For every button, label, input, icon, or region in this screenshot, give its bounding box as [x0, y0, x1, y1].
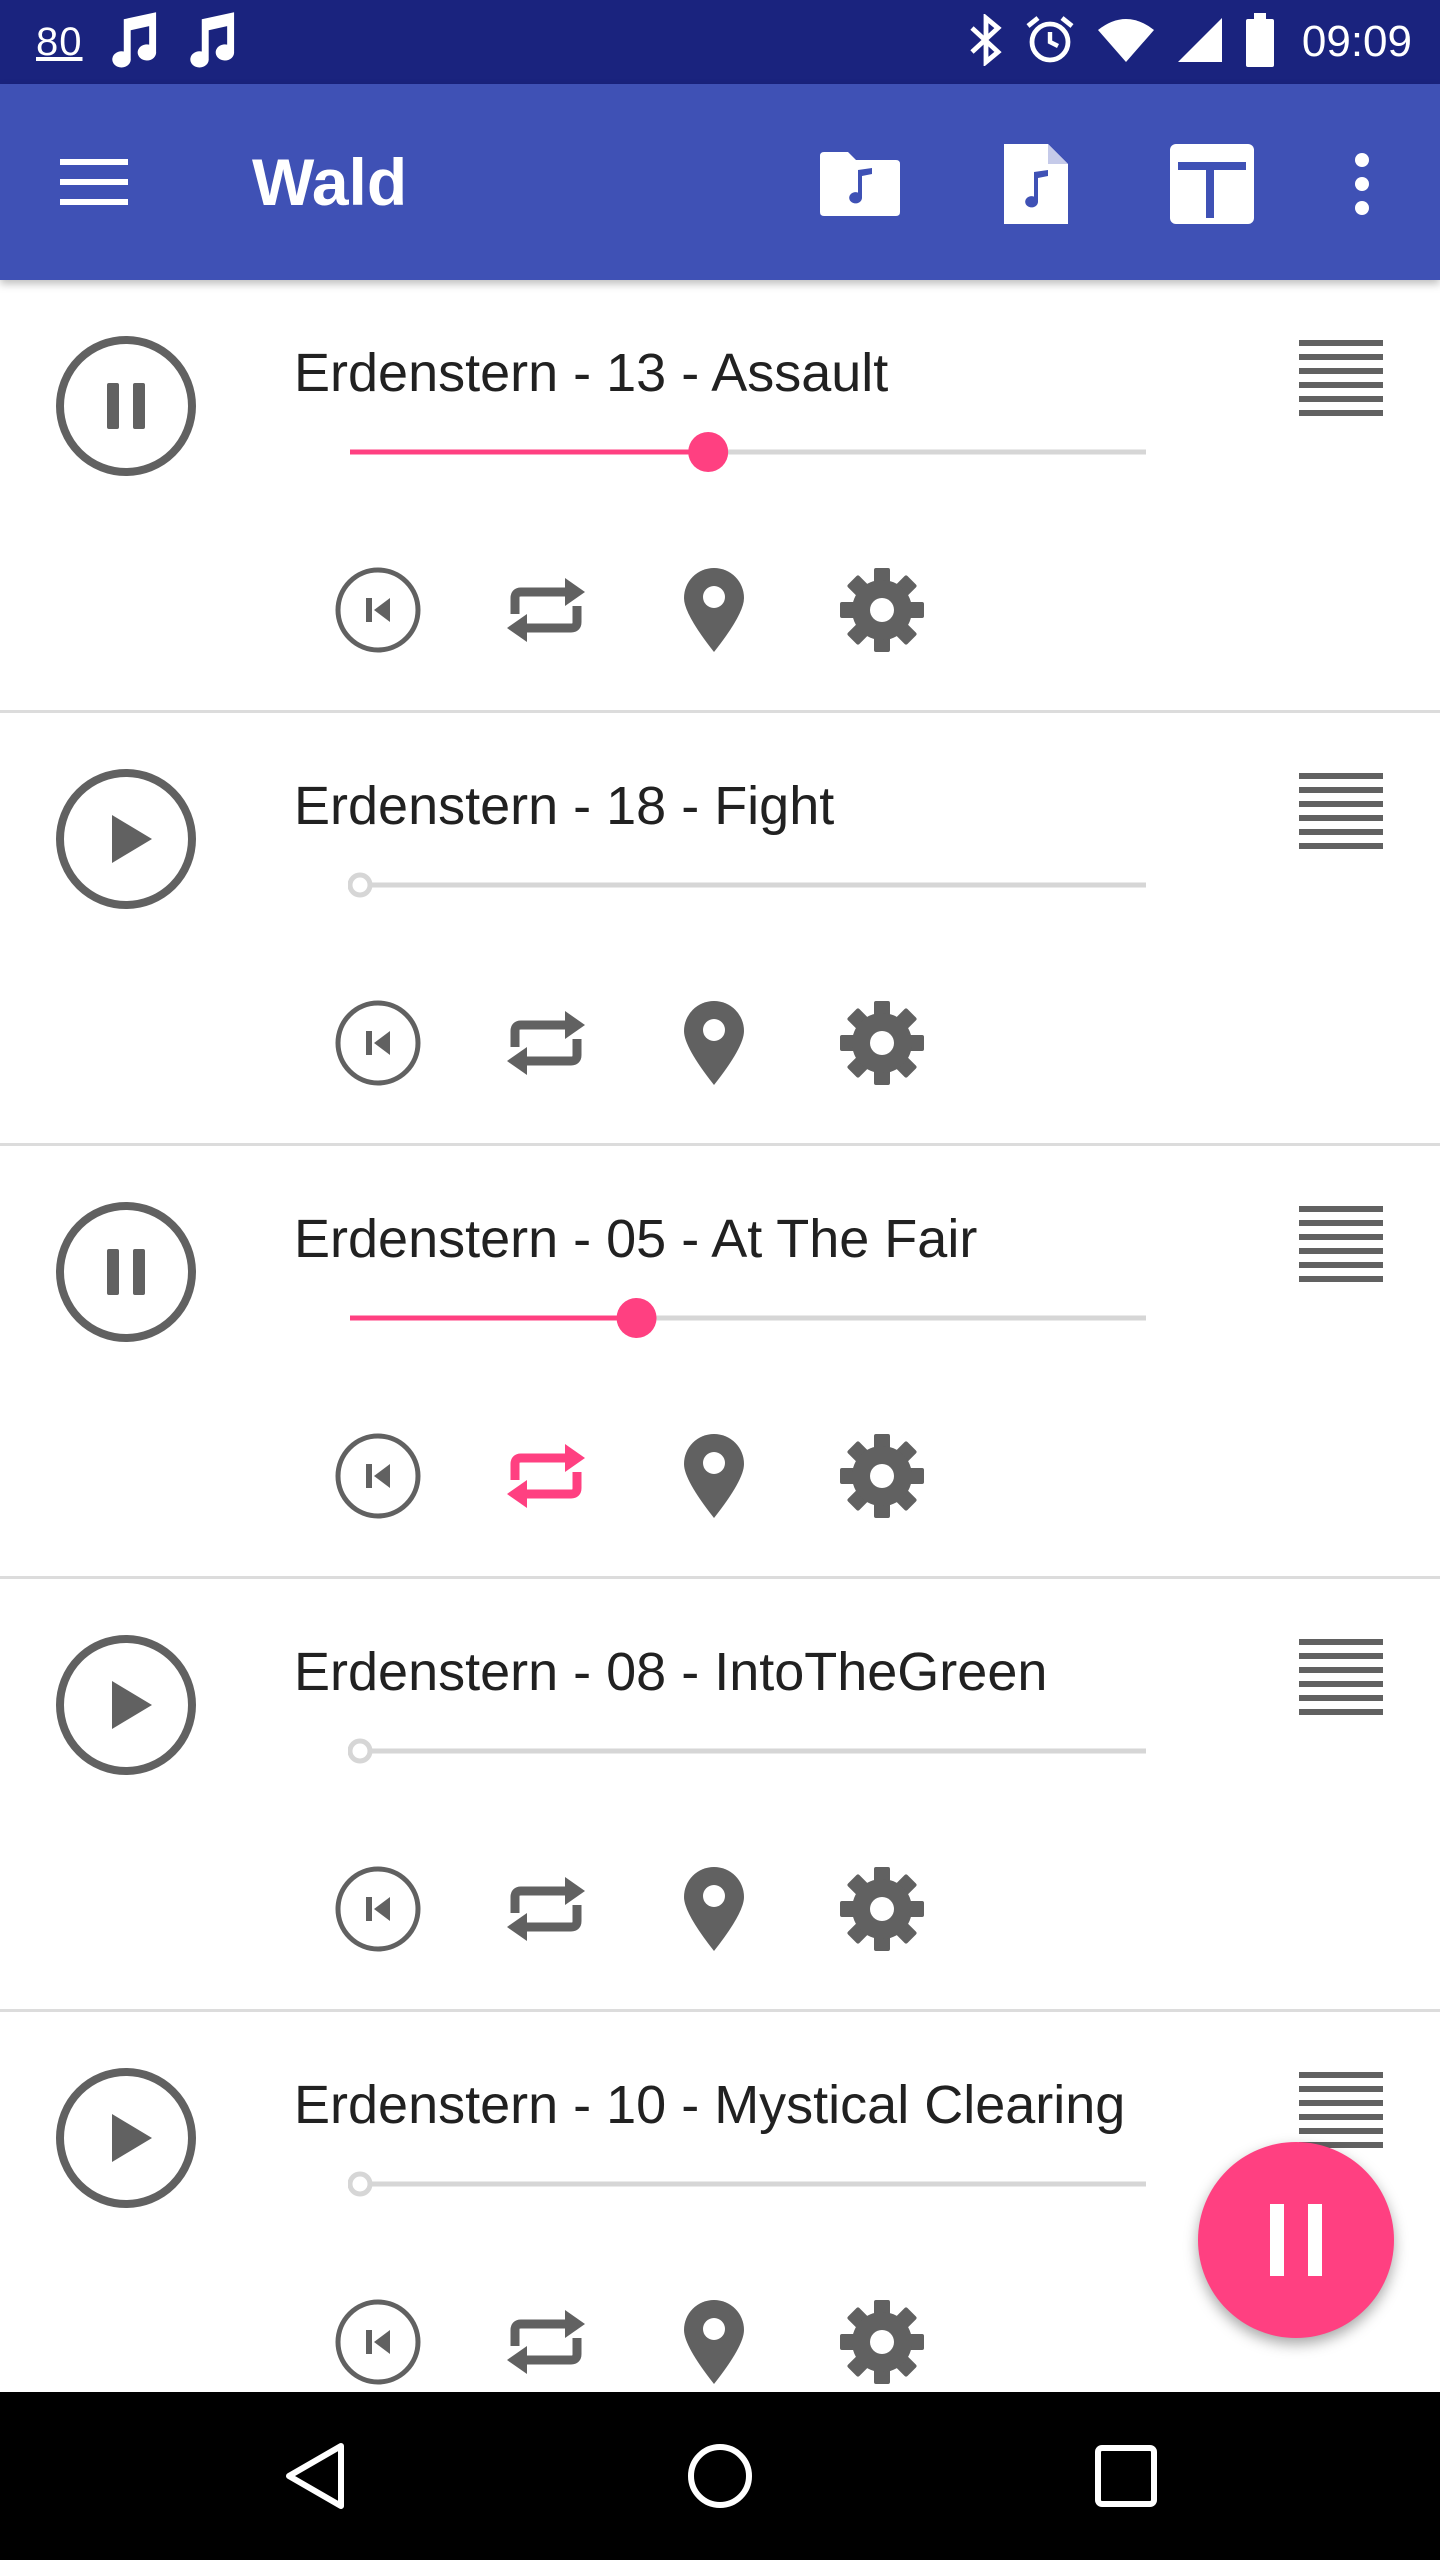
track-title: Erdenstern - 10 - Mystical Clearing [294, 2075, 1126, 2135]
drag-handle-icon[interactable] [1296, 769, 1386, 853]
progress-slider[interactable] [348, 430, 1148, 474]
bluetooth-icon [968, 12, 1004, 71]
track-title: Erdenstern - 13 - Assault [294, 343, 889, 403]
play-button[interactable] [54, 767, 198, 911]
pause-button[interactable] [54, 1200, 198, 1344]
track-title: Erdenstern - 18 - Fight [294, 776, 835, 836]
drag-handle-icon[interactable] [1296, 336, 1386, 420]
clock: 09:09 [1301, 17, 1412, 66]
add-file-music-icon[interactable] [988, 136, 1084, 232]
track-card: Erdenstern - 05 - At The Fair [0, 1146, 1440, 1579]
signal-icon [1176, 16, 1224, 69]
progress-slider[interactable] [348, 1296, 1148, 1340]
play-icon [54, 1635, 198, 1781]
progress-slider[interactable] [347, 1729, 1148, 1773]
drag-handle-icon[interactable] [1296, 1635, 1386, 1719]
skip-previous-icon[interactable] [330, 2294, 426, 2390]
settings-gear-icon[interactable] [834, 1428, 930, 1524]
music-note-icon [105, 10, 161, 75]
repeat-icon[interactable] [498, 2294, 594, 2390]
pause-icon [54, 1202, 198, 1348]
pause-all-icon [1270, 2204, 1322, 2276]
settings-gear-icon[interactable] [834, 995, 930, 1091]
play-button[interactable] [54, 2066, 198, 2210]
skip-previous-icon[interactable] [330, 1861, 426, 1957]
settings-gear-icon[interactable] [834, 1861, 930, 1957]
track-list: Erdenstern - 13 - Assault Erdenstern - 1… [0, 280, 1440, 2445]
app-toolbar: Wald [0, 84, 1440, 280]
location-pin-icon[interactable] [666, 1428, 762, 1524]
drag-handle-icon[interactable] [1296, 1202, 1386, 1286]
status-number: 80 [36, 19, 83, 64]
location-pin-icon[interactable] [666, 995, 762, 1091]
system-nav-bar [0, 2392, 1440, 2560]
play-icon [54, 769, 198, 915]
add-folder-music-icon[interactable] [812, 136, 908, 232]
location-pin-icon[interactable] [666, 1861, 762, 1957]
repeat-icon[interactable] [498, 1861, 594, 1957]
status-bar: 80 09:09 [0, 0, 1440, 84]
settings-gear-icon[interactable] [834, 2294, 930, 2390]
settings-gear-icon[interactable] [834, 562, 930, 658]
back-icon[interactable] [268, 2428, 364, 2524]
repeat-icon[interactable] [498, 1428, 594, 1524]
play-icon [54, 2068, 198, 2214]
recents-icon[interactable] [1078, 2428, 1174, 2524]
wifi-icon [1096, 16, 1156, 69]
grid-layout-icon[interactable] [1164, 136, 1260, 232]
more-vert-icon[interactable] [1314, 136, 1410, 232]
track-title: Erdenstern - 05 - At The Fair [294, 1209, 978, 1269]
pause-button[interactable] [54, 334, 198, 478]
pause-all-button[interactable] [1198, 2142, 1394, 2338]
play-button[interactable] [54, 1633, 198, 1777]
track-card: Erdenstern - 08 - IntoTheGreen [0, 1579, 1440, 2012]
drag-handle-icon[interactable] [1296, 2068, 1386, 2152]
track-title: Erdenstern - 08 - IntoTheGreen [294, 1642, 1048, 1702]
repeat-icon[interactable] [498, 562, 594, 658]
repeat-icon[interactable] [498, 995, 594, 1091]
pause-icon [54, 336, 198, 482]
skip-previous-icon[interactable] [330, 995, 426, 1091]
track-card: Erdenstern - 13 - Assault [0, 280, 1440, 713]
page-title: Wald [252, 145, 408, 219]
progress-slider[interactable] [347, 863, 1148, 907]
music-note-icon [183, 10, 239, 75]
skip-previous-icon[interactable] [330, 562, 426, 658]
skip-previous-icon[interactable] [330, 1428, 426, 1524]
home-icon[interactable] [672, 2428, 768, 2524]
location-pin-icon[interactable] [666, 562, 762, 658]
alarm-icon [1024, 14, 1076, 71]
location-pin-icon[interactable] [666, 2294, 762, 2390]
menu-icon[interactable] [58, 146, 130, 218]
progress-slider[interactable] [347, 2162, 1148, 2206]
battery-icon [1244, 12, 1276, 72]
track-card: Erdenstern - 18 - Fight [0, 713, 1440, 1146]
